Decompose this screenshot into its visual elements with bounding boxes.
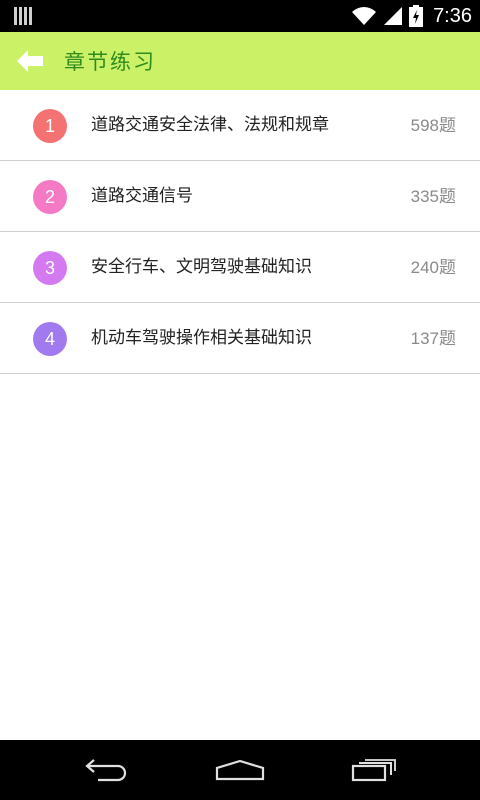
chapter-title: 机动车驾驶操作相关基础知识 — [91, 328, 312, 348]
navigation-bar — [0, 740, 480, 800]
chapter-number-badge: 1 — [33, 109, 67, 143]
chapter-question-count: 598题 — [410, 116, 456, 135]
nav-recents-button[interactable] — [326, 740, 422, 800]
signal-icon — [384, 7, 403, 25]
page-title: 章节练习 — [64, 50, 156, 74]
chapter-number-badge: 3 — [33, 251, 67, 285]
chapter-question-count: 137题 — [410, 329, 456, 348]
chapter-row-2[interactable]: 2 道路交通信号 335题 — [0, 161, 480, 232]
nav-back-icon — [85, 759, 127, 782]
nav-home-button[interactable] — [192, 740, 288, 800]
notification-icon — [14, 7, 32, 25]
back-button[interactable] — [0, 32, 60, 90]
chapter-row-3[interactable]: 3 安全行车、文明驾驶基础知识 240题 — [0, 232, 480, 303]
screen: 7:36 章节练习 1 道路交通安全法律、法规和规章 598题 2 道路交通信号… — [0, 0, 480, 800]
chapter-list: 1 道路交通安全法律、法规和规章 598题 2 道路交通信号 335题 3 安全… — [0, 90, 480, 374]
chapter-row-1[interactable]: 1 道路交通安全法律、法规和规章 598题 — [0, 90, 480, 161]
chapter-row-4[interactable]: 4 机动车驾驶操作相关基础知识 137题 — [0, 303, 480, 374]
status-icons: 7:36 — [351, 0, 472, 32]
wifi-icon — [352, 7, 377, 25]
chapter-number-badge: 4 — [33, 322, 67, 356]
arrow-left-icon — [17, 50, 43, 72]
status-time: 7:36 — [433, 4, 472, 27]
nav-home-icon — [215, 759, 265, 781]
chapter-question-count: 240题 — [410, 258, 456, 277]
battery-icon — [409, 5, 424, 27]
chapter-number-badge: 2 — [33, 180, 67, 214]
chapter-title: 道路交通信号 — [91, 186, 193, 206]
nav-recents-icon — [351, 759, 396, 782]
nav-back-button[interactable] — [59, 740, 155, 800]
chapter-title: 道路交通安全法律、法规和规章 — [91, 115, 329, 135]
chapter-question-count: 335题 — [410, 187, 456, 206]
app-bar: 章节练习 — [0, 32, 480, 90]
chapter-title: 安全行车、文明驾驶基础知识 — [91, 257, 312, 277]
status-bar: 7:36 — [0, 0, 480, 32]
